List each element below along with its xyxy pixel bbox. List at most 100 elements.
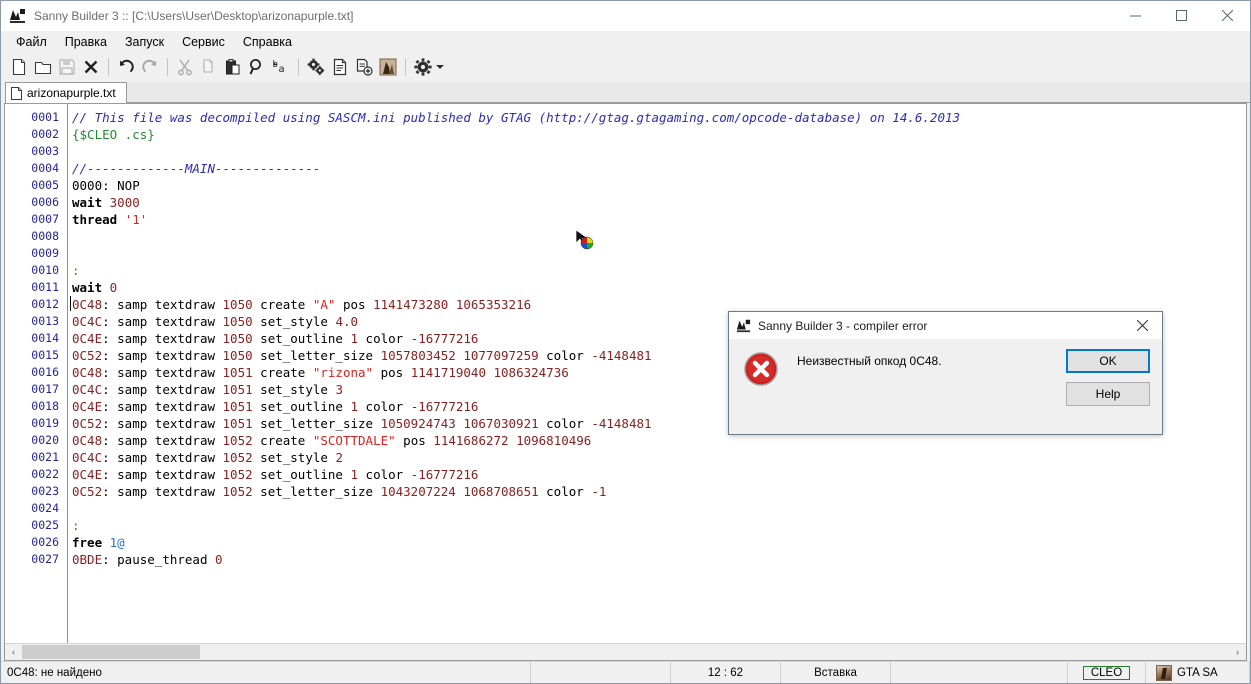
code-line[interactable]: thread '1' [72, 211, 1246, 228]
code-token: set_style [252, 314, 336, 329]
code-line[interactable]: //-------------MAIN-------------- [72, 160, 1246, 177]
line-number: 0018 [31, 399, 59, 413]
menu-edit[interactable]: Правка [56, 33, 116, 51]
toolbar: b a [1, 53, 1250, 81]
code-token: 3000 [109, 195, 140, 210]
menu-file[interactable]: Файл [7, 33, 56, 51]
dialog-buttons: OK Help [1066, 349, 1150, 434]
code-token: -16777216 [410, 331, 479, 346]
insert-mode: Вставка [781, 662, 891, 683]
redo-icon[interactable] [138, 55, 162, 79]
code-token: 0C48 [72, 365, 103, 380]
code-token: 0C4C [72, 382, 103, 397]
code-token: color [538, 416, 592, 431]
toolbar-separator [108, 58, 109, 76]
horizontal-scrollbar[interactable]: ‹ › [5, 643, 1246, 660]
file-icon [11, 86, 22, 100]
code-line[interactable] [72, 245, 1246, 262]
code-token: 1141473280 1065353216 [373, 297, 532, 312]
close-x-icon[interactable] [79, 55, 103, 79]
code-line[interactable]: 0C4C: samp textdraw 1052 set_style 2 [72, 449, 1246, 466]
code-token: 0C4C [72, 314, 103, 329]
line-number: 0027 [31, 552, 59, 566]
code-token: -4148481 [591, 416, 652, 431]
copy-icon[interactable] [197, 55, 221, 79]
svg-text:a: a [279, 64, 285, 75]
save-icon[interactable] [55, 55, 79, 79]
search-icon[interactable] [245, 55, 269, 79]
toolbar-separator [405, 58, 406, 76]
code-line[interactable] [72, 143, 1246, 160]
scroll-right-button[interactable]: › [1229, 644, 1246, 660]
dialog-title-bar: Sanny Builder 3 - compiler error [729, 312, 1162, 339]
document-icon[interactable] [328, 55, 352, 79]
scroll-track[interactable] [22, 644, 1229, 660]
tab-arizonapurple[interactable]: arizonapurple.txt [5, 82, 127, 103]
code-token: pos [335, 297, 374, 312]
code-token: 1051 [222, 365, 253, 380]
code-line[interactable]: 0C4E: samp textdraw 1052 set_outline 1 c… [72, 466, 1246, 483]
help-button[interactable]: Help [1066, 382, 1150, 406]
close-button[interactable] [1204, 1, 1250, 31]
code-line[interactable]: 0BDE: pause_thread 0 [72, 551, 1246, 568]
code-line[interactable]: // This file was decompiled using SASCM.… [72, 109, 1246, 126]
menu-tools[interactable]: Сервис [173, 33, 234, 51]
chevron-down-icon[interactable] [435, 55, 445, 79]
code-line[interactable]: wait 3000 [72, 194, 1246, 211]
code-token: -1 [591, 484, 607, 499]
code-line[interactable] [72, 228, 1246, 245]
code-token: -16777216 [410, 399, 479, 414]
menu-help[interactable]: Справка [234, 33, 301, 51]
code-line[interactable]: {$CLEO .cs} [72, 126, 1246, 143]
cut-icon[interactable] [173, 55, 197, 79]
undo-icon[interactable] [114, 55, 138, 79]
code-line[interactable]: free 1@ [72, 534, 1246, 551]
cleo-status[interactable]: CLEO [1068, 662, 1146, 683]
code-token: 0C4E [72, 399, 103, 414]
window-controls [1112, 1, 1250, 31]
compile-gears-icon[interactable] [304, 55, 328, 79]
document-add-icon[interactable] [352, 55, 376, 79]
ok-button[interactable]: OK [1066, 349, 1150, 373]
code-line[interactable]: : [72, 517, 1246, 534]
code-token: 0000: NOP [72, 178, 140, 193]
code-token: // This file was decompiled using SASCM.… [72, 110, 961, 125]
scroll-left-button[interactable]: ‹ [5, 644, 22, 660]
replace-icon[interactable]: b a [269, 55, 293, 79]
maximize-button[interactable] [1158, 1, 1204, 31]
dialog-close-button[interactable] [1122, 312, 1162, 339]
code-token: 1 [350, 467, 359, 482]
code-token: 1043207224 1068708651 [380, 484, 539, 499]
code-token: : samp textdraw [102, 484, 223, 499]
window-title: Sanny Builder 3 :: [C:\Users\User\Deskto… [34, 8, 354, 23]
new-file-icon[interactable] [7, 55, 31, 79]
code-token: 0 [109, 280, 118, 295]
line-number: 0007 [31, 212, 59, 226]
code-line[interactable]: 0C52: samp textdraw 1052 set_letter_size… [72, 483, 1246, 500]
code-token: color [358, 467, 411, 482]
minimize-button[interactable] [1112, 1, 1158, 31]
paste-icon[interactable] [221, 55, 245, 79]
code-token: {$CLEO .cs} [72, 127, 155, 142]
scroll-thumb[interactable] [22, 645, 200, 659]
code-token: : samp textdraw [102, 314, 223, 329]
code-line[interactable]: 0000: NOP [72, 177, 1246, 194]
code-line[interactable] [72, 500, 1246, 517]
code-line[interactable]: : [72, 262, 1246, 279]
code-token: -4148481 [591, 348, 652, 363]
tab-strip: arizonapurple.txt [1, 81, 1250, 103]
gta-game-icon[interactable] [376, 55, 400, 79]
code-token: 1 [350, 331, 359, 346]
game-mode-status[interactable]: GTA SA [1146, 662, 1250, 683]
code-line[interactable]: wait 0 [72, 279, 1246, 296]
open-folder-icon[interactable] [31, 55, 55, 79]
game-label: GTA SA [1177, 666, 1218, 679]
line-number: 0008 [31, 229, 59, 243]
code-token: 0C48 [72, 433, 103, 448]
code-token: : [72, 263, 80, 278]
menu-run[interactable]: Запуск [116, 33, 173, 51]
settings-gear-icon[interactable] [411, 55, 435, 79]
cleo-badge: CLEO [1082, 665, 1131, 680]
